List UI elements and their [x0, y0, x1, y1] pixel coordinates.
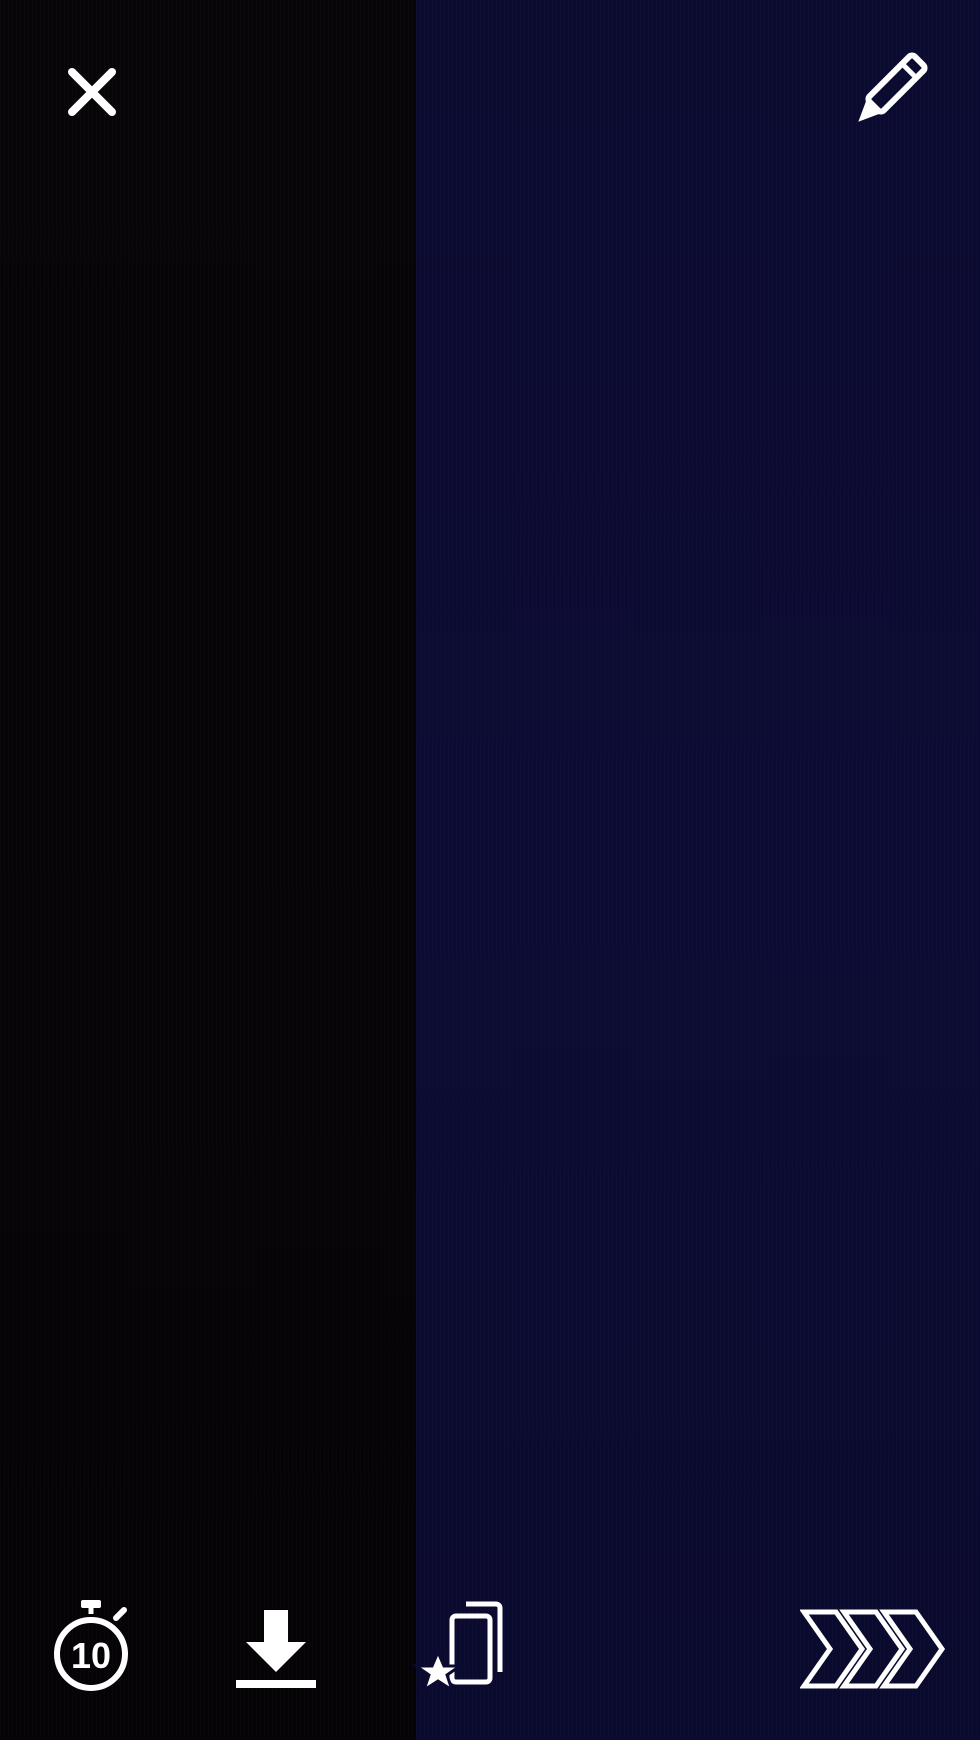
add-to-story-button[interactable]: [410, 1600, 514, 1696]
stopwatch-icon: 10: [54, 1600, 128, 1691]
photo-right-region: [416, 0, 980, 1740]
add-to-story-icon: [411, 1601, 503, 1694]
close-icon: [68, 68, 116, 116]
send-chevrons-icon: [800, 1609, 946, 1689]
pencil-icon: [858, 52, 928, 122]
photo-left-region: [0, 0, 416, 1740]
send-button[interactable]: [800, 1604, 950, 1694]
download-icon: [236, 1610, 316, 1688]
timer-value: 10: [71, 1635, 111, 1676]
draw-button[interactable]: [838, 42, 938, 142]
timer-button[interactable]: 10: [46, 1598, 136, 1694]
save-button[interactable]: [226, 1604, 326, 1694]
snap-preview-screen: 10: [0, 0, 980, 1740]
close-button[interactable]: [52, 52, 132, 132]
